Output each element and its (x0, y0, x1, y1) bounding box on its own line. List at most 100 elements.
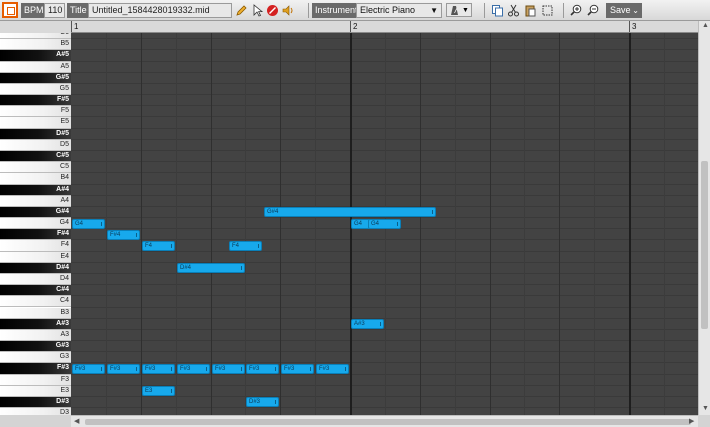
app-logo-icon[interactable] (2, 2, 18, 18)
piano-key[interactable]: A3 (0, 329, 71, 342)
midi-note[interactable]: F#4 (107, 230, 140, 240)
instrument-select-value: Electric Piano (360, 5, 416, 15)
piano-key[interactable]: D#4 (0, 262, 71, 274)
midi-note[interactable]: F#3 (142, 364, 175, 374)
grid-column-line (664, 33, 665, 415)
piano-key[interactable]: E5 (0, 117, 71, 129)
piano-key[interactable]: D3 (0, 408, 71, 415)
grid-column-line (106, 33, 107, 415)
scroll-right-icon[interactable]: ▶ (689, 417, 694, 425)
piano-key[interactable]: B4 (0, 173, 71, 185)
vertical-scroll-thumb[interactable] (701, 161, 708, 329)
scroll-down-icon[interactable]: ▼ (702, 405, 709, 412)
metronome-icon[interactable]: ▼ (446, 3, 472, 17)
grid-column-line (315, 33, 316, 415)
speaker-icon[interactable] (281, 3, 295, 17)
midi-note[interactable]: F4 (229, 241, 262, 251)
midi-note[interactable]: G#4 (264, 207, 436, 217)
cut-icon[interactable] (506, 3, 520, 17)
title-label: Title (67, 3, 90, 18)
piano-key[interactable]: G#5 (0, 72, 71, 84)
grid-column-line (455, 33, 456, 415)
paste-icon[interactable] (523, 3, 537, 17)
midi-note[interactable]: F4 (142, 241, 175, 251)
horizontal-scroll-thumb[interactable] (85, 419, 691, 425)
save-button[interactable]: Save ⌄ (606, 3, 642, 18)
midi-note[interactable]: G4 (368, 219, 401, 229)
bar-line (629, 33, 631, 415)
stop-record-icon[interactable] (265, 3, 279, 17)
piano-key[interactable]: C#5 (0, 150, 71, 163)
piano-key[interactable]: G#4 (0, 206, 71, 219)
piano-key[interactable]: F4 (0, 240, 71, 252)
piano-key[interactable]: D4 (0, 273, 71, 286)
piano-key[interactable]: A4 (0, 195, 71, 207)
piano-key[interactable]: G3 (0, 352, 71, 364)
piano-key[interactable]: F#4 (0, 229, 71, 241)
piano-key[interactable]: A#5 (0, 50, 71, 62)
bpm-label: BPM (21, 3, 47, 18)
midi-note[interactable]: A#3 (351, 319, 384, 329)
piano-key[interactable]: E4 (0, 251, 71, 263)
piano-key[interactable]: A#3 (0, 318, 71, 330)
bpm-input[interactable]: 110 (44, 3, 65, 18)
midi-note[interactable]: G4 (72, 219, 105, 229)
midi-note[interactable]: F#3 (72, 364, 105, 374)
midi-note[interactable]: F#3 (212, 364, 245, 374)
piano-key[interactable]: F#5 (0, 95, 71, 107)
grid-column-line (524, 33, 525, 415)
chevron-down-icon: ⌄ (632, 6, 639, 15)
pointer-icon[interactable] (250, 3, 264, 17)
grid-column-line (176, 33, 177, 415)
piano-key[interactable]: C#4 (0, 285, 71, 297)
midi-note[interactable]: F#3 (246, 364, 279, 374)
vertical-scrollbar[interactable]: ▲ ▼ (698, 21, 710, 415)
grid-column-line (559, 33, 560, 415)
piano-key[interactable]: F5 (0, 106, 71, 118)
grid-column-line (245, 33, 246, 415)
select-icon[interactable] (540, 3, 554, 17)
piano-key[interactable]: D#3 (0, 396, 71, 409)
bar-number: 1 (74, 22, 79, 31)
ruler-tick (71, 21, 72, 32)
midi-note[interactable]: F#3 (177, 364, 210, 374)
ruler-tick (350, 21, 351, 32)
copy-icon[interactable] (490, 3, 504, 17)
title-input[interactable]: Untitled_1584428019332.mid (88, 3, 232, 18)
zoom-out-icon[interactable] (586, 3, 600, 17)
horizontal-scrollbar[interactable]: ◀ ▶ (71, 415, 698, 427)
midi-note[interactable]: F#3 (281, 364, 314, 374)
piano-key[interactable]: G5 (0, 83, 71, 96)
piano-key[interactable]: D5 (0, 139, 71, 151)
timeline-ruler[interactable]: 1 2 3 (71, 21, 698, 33)
piano-key[interactable]: C4 (0, 296, 71, 308)
piano-key[interactable]: B5 (0, 39, 71, 51)
grid-column-line (490, 33, 491, 415)
instrument-select[interactable]: Electric Piano ▼ (356, 3, 442, 18)
piano-key[interactable]: F#3 (0, 363, 71, 375)
piano-key[interactable]: F3 (0, 374, 71, 386)
piano-key[interactable]: G#3 (0, 341, 71, 353)
grid-column-line (280, 33, 281, 415)
midi-note[interactable]: F#3 (107, 364, 140, 374)
midi-note[interactable]: D#4 (177, 263, 245, 273)
piano-key[interactable]: C5 (0, 162, 71, 174)
midi-note[interactable]: F#3 (316, 364, 349, 374)
piano-key[interactable]: A#4 (0, 184, 71, 196)
piano-key[interactable]: D#5 (0, 128, 71, 140)
piano-key[interactable]: G4 (0, 218, 71, 230)
scroll-left-icon[interactable]: ◀ (74, 417, 79, 425)
piano-key[interactable]: B3 (0, 307, 71, 319)
pencil-icon[interactable] (234, 3, 248, 17)
piano-key[interactable]: A5 (0, 61, 71, 73)
piano-key[interactable]: E3 (0, 385, 71, 397)
midi-note[interactable]: D#3 (246, 397, 279, 407)
piano-roll: 1 2 3 C6B5A#5A5G#5G5F#5F5E5D#5D5C#5C5B4A#4… (0, 21, 710, 427)
grid-column-line (420, 33, 421, 415)
piano-keyboard[interactable]: C6B5A#5A5G#5G5F#5F5E5D#5D5C#5C5B4A#4A4G#… (0, 33, 71, 415)
grid-column-line (594, 33, 595, 415)
note-grid[interactable]: G4 F#4 F4 D#4 F4 G#4 G4 G4 A#3 F#3 F#3 F#3 F#3 F#3 F#3… (71, 33, 698, 415)
zoom-in-icon[interactable] (569, 3, 583, 17)
scroll-up-icon[interactable]: ▲ (702, 22, 709, 29)
midi-note[interactable]: E3 (142, 386, 175, 396)
